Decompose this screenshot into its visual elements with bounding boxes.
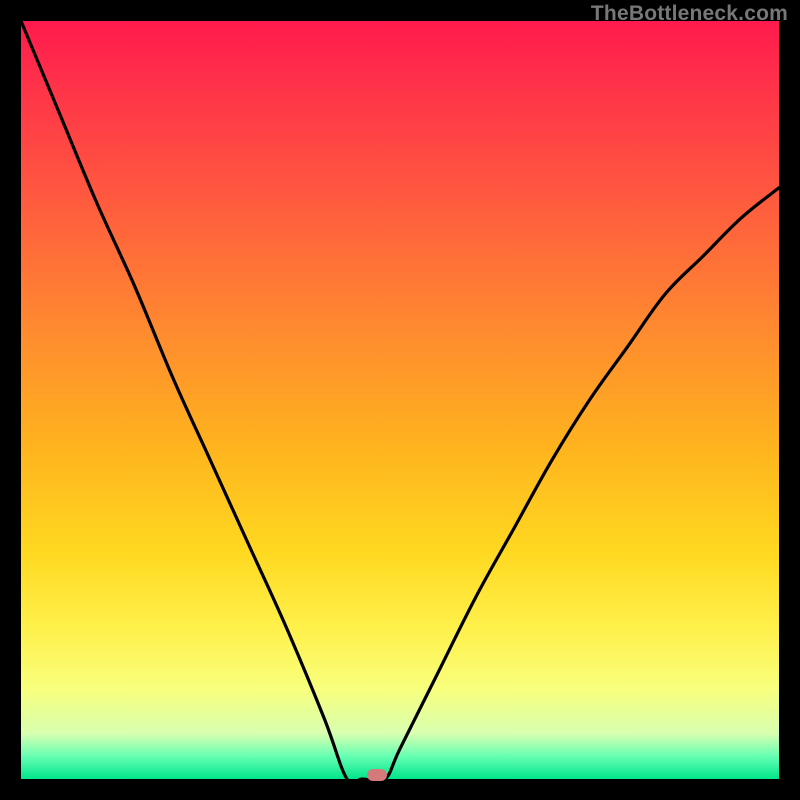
watermark-text: TheBottleneck.com bbox=[591, 2, 788, 26]
chart-frame: TheBottleneck.com bbox=[0, 0, 800, 800]
optimal-point-marker bbox=[367, 769, 387, 781]
bottleneck-curve bbox=[21, 21, 779, 779]
curve-layer bbox=[21, 21, 779, 779]
plot-area bbox=[21, 21, 779, 779]
